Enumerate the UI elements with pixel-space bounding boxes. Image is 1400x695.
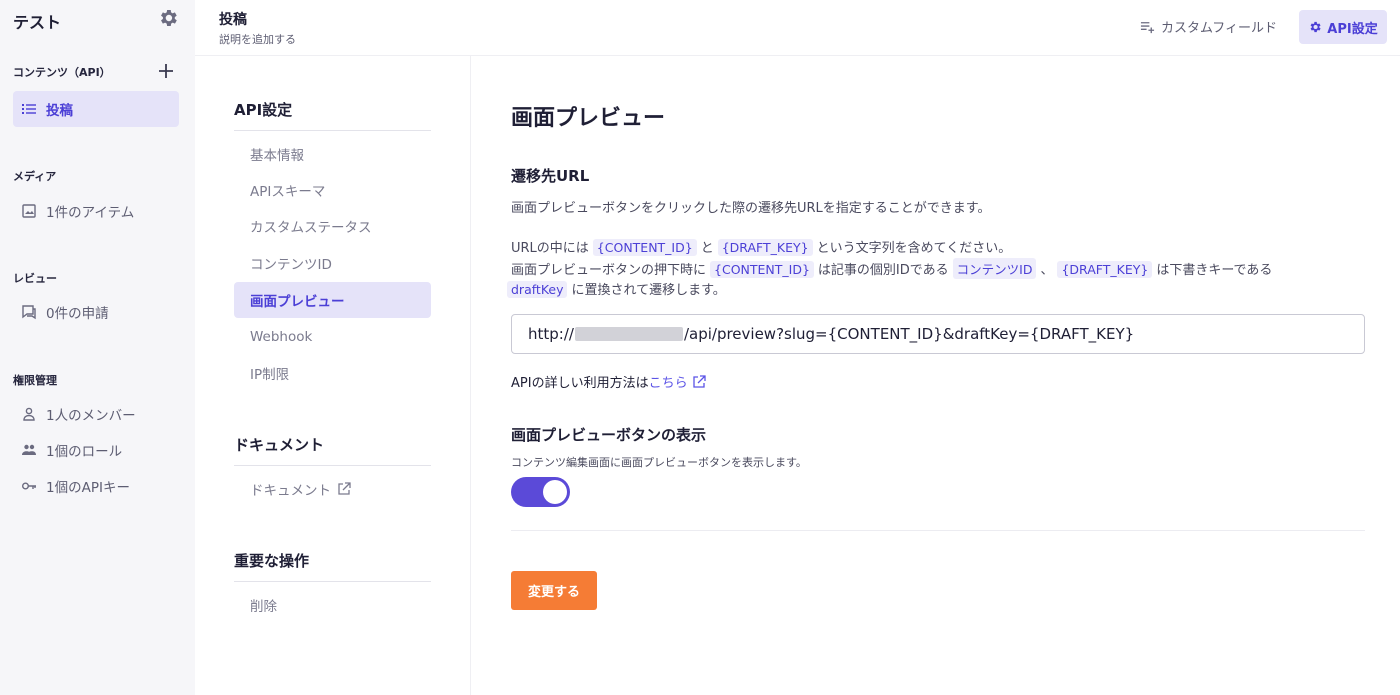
url-instruction-line-3: draftKey に置換されて遷移します。	[507, 279, 726, 298]
gear-icon	[1310, 21, 1321, 33]
text: は記事の個別IDである	[817, 263, 949, 278]
redirect-url-input[interactable]: http:// /api/preview?slug={CONTENT_ID}&dr…	[511, 314, 1365, 354]
comment-icon	[22, 305, 36, 320]
api-settings-button[interactable]: API設定	[1299, 10, 1387, 44]
permissions-section-label: 権限管理	[13, 374, 57, 387]
sidebar-item-posts[interactable]: 投稿	[13, 91, 179, 127]
settings-menu: API設定 基本情報 APIスキーマ カスタムステータス コンテンツID 画面プ…	[195, 56, 471, 695]
sidebar-item-label: 1個のAPIキー	[46, 480, 130, 496]
code-chip: draftKey	[507, 281, 568, 298]
menu-item-content-id[interactable]: コンテンツID	[234, 245, 431, 281]
preview-button-toggle[interactable]	[511, 477, 570, 507]
toggle-knob	[543, 480, 567, 504]
text: URLの中には	[511, 241, 589, 256]
code-chip: {CONTENT_ID}	[710, 261, 814, 278]
sidebar-item-label: 投稿	[46, 103, 73, 119]
list-icon	[22, 104, 36, 114]
api-usage-note: APIの詳しい利用方法はこちら	[511, 372, 706, 391]
add-description-link[interactable]: 説明を追加する	[219, 31, 296, 47]
custom-field-button[interactable]: カスタムフィールド	[1140, 15, 1277, 37]
documents-heading: ドキュメント	[234, 434, 431, 466]
danger-zone-heading: 重要な操作	[234, 550, 431, 582]
text: APIの詳しい利用方法は	[511, 376, 649, 391]
url-instruction-line-2: 画面プレビューボタンの押下時に {CONTENT_ID} は記事の個別IDである コン…	[511, 258, 1272, 279]
sidebar-item-label: 1件のアイテム	[46, 205, 135, 221]
sidebar-item-roles[interactable]: 1個のロール	[13, 432, 179, 468]
section-title: 画面プレビュー	[511, 106, 666, 131]
redirect-url-heading: 遷移先URL	[511, 167, 590, 185]
review-section-label: レビュー	[13, 272, 57, 285]
menu-item-basic-info[interactable]: 基本情報	[234, 136, 431, 172]
divider	[511, 530, 1365, 531]
list-add-icon	[1140, 21, 1155, 33]
url-instruction-line-1: URLの中には {CONTENT_ID} と {DRAFT_KEY} という文字列を含め…	[511, 237, 1011, 256]
contents-section-label: コンテンツ（API）	[13, 66, 111, 79]
url-prefix: http://	[528, 325, 574, 343]
sidebar-item-review[interactable]: 0件の申請	[13, 294, 179, 330]
api-settings-heading: API設定	[234, 99, 431, 131]
sidebar-item-apikeys[interactable]: 1個のAPIキー	[13, 468, 179, 504]
redacted-domain	[574, 327, 683, 341]
image-icon	[22, 204, 36, 218]
menu-item-documents[interactable]: ドキュメント	[234, 471, 431, 507]
people-icon	[22, 444, 36, 455]
external-link-icon	[338, 482, 351, 495]
text: 画面プレビューボタンの押下時に	[511, 263, 707, 278]
gear-icon[interactable]	[157, 7, 179, 29]
submit-button[interactable]: 変更する	[511, 571, 597, 610]
redirect-url-description: 画面プレビューボタンをクリックした際の遷移先URLを指定することができます。	[511, 201, 991, 216]
person-icon	[23, 407, 35, 421]
api-settings-label: API設定	[1327, 21, 1378, 37]
text: と	[700, 241, 714, 256]
preview-button-heading: 画面プレビューボタンの表示	[511, 426, 707, 444]
sidebar-item-media[interactable]: 1件のアイテム	[13, 193, 179, 229]
text: に置換されて遷移します。	[571, 283, 726, 298]
external-link-icon[interactable]	[692, 375, 706, 389]
sidebar-header: テスト	[13, 7, 183, 32]
code-chip: {DRAFT_KEY}	[1057, 261, 1153, 278]
api-docs-link[interactable]: こちら	[649, 376, 688, 391]
text: 、	[1040, 263, 1054, 278]
menu-item-label: ドキュメント	[250, 483, 331, 499]
sidebar-item-label: 1個のロール	[46, 444, 123, 460]
code-chip: コンテンツID	[952, 258, 1037, 279]
service-title: テスト	[13, 13, 62, 32]
custom-field-label: カスタムフィールド	[1161, 20, 1277, 36]
menu-item-delete[interactable]: 削除	[234, 587, 431, 623]
key-icon	[22, 482, 36, 490]
code-chip: {DRAFT_KEY}	[717, 239, 813, 256]
sidebar-item-label: 1人のメンバー	[46, 408, 136, 424]
menu-item-webhook[interactable]: Webhook	[234, 319, 431, 355]
sidebar: テスト コンテンツ（API） 投稿 メディア 1件のアイテム レビュー 0件の申…	[0, 0, 195, 695]
menu-item-ip-restriction[interactable]: IP制限	[234, 355, 431, 391]
text: という文字列を含めてください。	[816, 241, 1012, 256]
sidebar-item-label: 0件の申請	[46, 306, 109, 322]
sidebar-item-members[interactable]: 1人のメンバー	[13, 396, 179, 432]
menu-item-preview[interactable]: 画面プレビュー	[234, 282, 431, 318]
text: は下書きキーである	[1156, 263, 1273, 278]
url-suffix: /api/preview?slug={CONTENT_ID}&draftKey=…	[683, 325, 1135, 343]
page-title: 投稿	[219, 12, 247, 28]
page-header: 投稿 説明を追加する カスタムフィールド API設定	[195, 0, 1400, 56]
menu-item-api-schema[interactable]: APIスキーマ	[234, 172, 431, 208]
main-content: 画面プレビュー 遷移先URL 画面プレビューボタンをクリックした際の遷移先URL…	[471, 56, 1400, 695]
code-chip: {CONTENT_ID}	[592, 239, 697, 256]
preview-button-description: コンテンツ編集画面に画面プレビューボタンを表示します。	[511, 456, 807, 469]
add-icon[interactable]	[156, 61, 176, 81]
media-section-label: メディア	[13, 170, 57, 183]
menu-item-custom-status[interactable]: カスタムステータス	[234, 208, 431, 244]
